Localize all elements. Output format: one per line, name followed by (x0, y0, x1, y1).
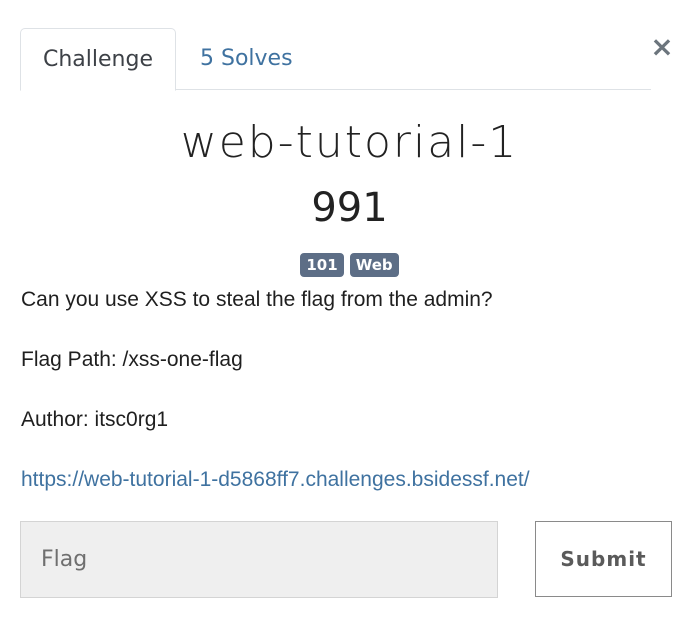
close-icon[interactable]: × (648, 32, 676, 62)
submit-button[interactable]: Submit (535, 521, 672, 597)
tab-challenge[interactable]: Challenge (20, 28, 176, 91)
tab-bar: Challenge 5 Solves (20, 28, 651, 91)
tag-badge: Web (349, 253, 399, 277)
description-line: Flag Path: /xss-one-flag (21, 348, 243, 371)
challenge-tags: 101 Web (0, 253, 699, 277)
challenge-value: 991 (311, 185, 388, 231)
tab-solves[interactable]: 5 Solves (200, 28, 293, 89)
description-line: Author: itsc0rg1 (21, 408, 169, 431)
description-line: Can you use XSS to steal the flag from t… (21, 288, 493, 311)
tag-badge: 101 (300, 253, 344, 277)
challenge-modal: × Challenge 5 Solves web-tutorial-1 991 … (0, 0, 699, 641)
challenge-link[interactable]: https://web-tutorial-1-d5868ff7.challeng… (21, 466, 530, 494)
flag-input[interactable] (20, 521, 498, 598)
challenge-name: web-tutorial-1 (180, 117, 519, 168)
